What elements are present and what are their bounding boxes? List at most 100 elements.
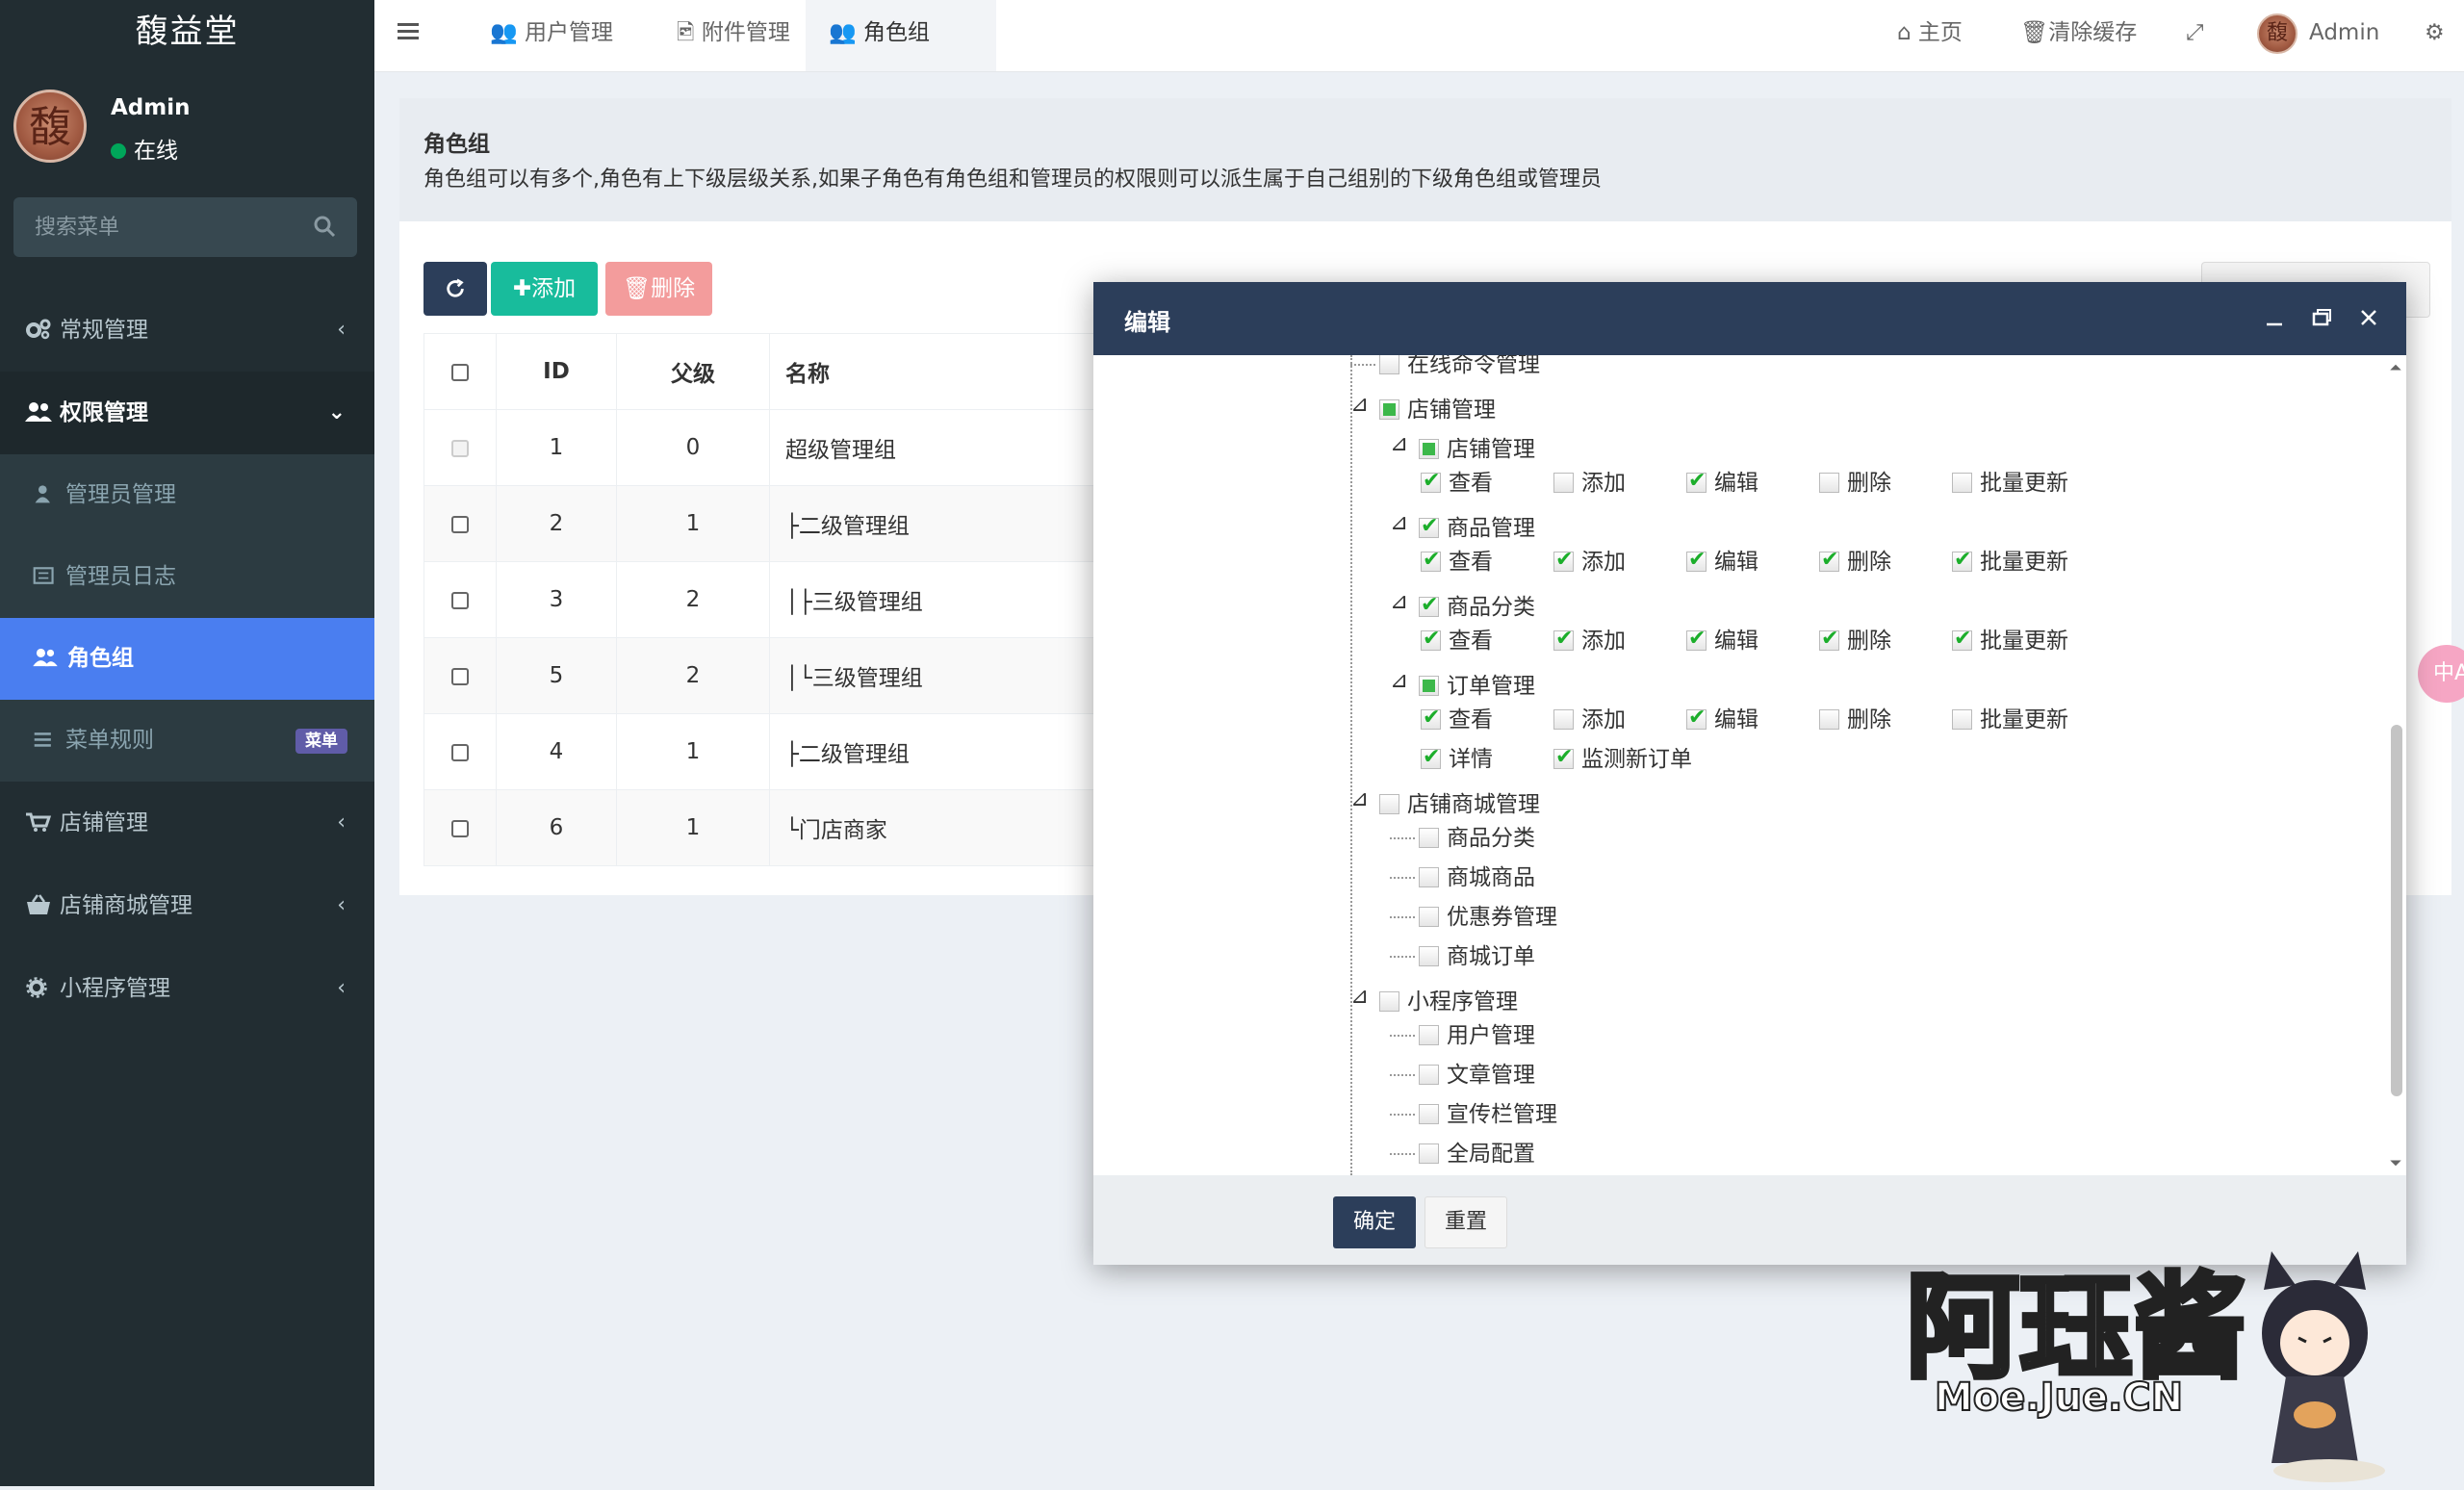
sidebar-item-auth[interactable]: 权限管理 ⌄ [0, 372, 374, 454]
home-link[interactable]: ⌂ 主页 [1897, 0, 1963, 71]
tree-checkbox[interactable] [1553, 545, 1574, 576]
tree-leaf[interactable]: 编辑 [1686, 624, 1758, 656]
tree-leaf[interactable]: 查看 [1421, 624, 1493, 656]
close-icon[interactable] [2356, 305, 2381, 330]
tree-checkbox[interactable] [1819, 473, 1839, 493]
scrollbar-thumb[interactable] [2391, 725, 2402, 1096]
tree-checkbox[interactable] [1421, 742, 1441, 773]
tree-toggle[interactable]: ⊿ [1350, 981, 1375, 1009]
tree-checkbox[interactable] [1952, 545, 1972, 576]
search-input[interactable] [13, 197, 302, 257]
tree-checkbox[interactable] [1419, 511, 1439, 542]
tree-node[interactable]: 在线命令管理 [1350, 355, 1540, 380]
tree-checkbox[interactable] [1553, 742, 1574, 773]
tree-checkbox[interactable] [1819, 709, 1839, 730]
tree-checkbox[interactable] [1421, 624, 1441, 655]
delete-button[interactable]: 🗑删除 [605, 262, 712, 316]
col-id[interactable]: ID [496, 333, 617, 410]
tree-node[interactable]: ⊿ 商品分类 [1390, 586, 1535, 621]
tree-node[interactable]: 商品分类 [1390, 823, 1535, 854]
tree-node[interactable]: ⊿ 商品管理 [1390, 507, 1535, 542]
tree-checkbox[interactable] [1419, 946, 1439, 966]
col-pid[interactable]: 父级 [616, 333, 770, 410]
sidebar-item-adminlog[interactable]: 管理员日志 [0, 536, 374, 618]
tree-checkbox[interactable] [1379, 991, 1399, 1012]
tree-checkbox[interactable] [1819, 545, 1839, 576]
tree-node[interactable]: 用户管理 [1390, 1020, 1535, 1051]
row-checkbox[interactable] [451, 667, 469, 685]
tree-checkbox[interactable] [1419, 1104, 1439, 1124]
row-checkbox[interactable] [451, 743, 469, 761]
tree-node[interactable]: ⊿ 店铺商城管理 [1350, 784, 1540, 817]
add-button[interactable]: ✚添加 [491, 262, 598, 316]
maximize-icon[interactable] [2309, 305, 2334, 330]
tab-rolegroup[interactable]: 👥 角色组 [806, 0, 996, 71]
clear-cache-button[interactable]: 🗑清除缓存 [2020, 0, 2137, 71]
tree-checkbox[interactable] [1419, 1025, 1439, 1045]
tree-checkbox[interactable] [1421, 466, 1441, 497]
tree-node[interactable]: ⊿ 订单管理 [1390, 665, 1535, 699]
tree-node[interactable]: ⊿ 店铺管理 [1350, 389, 1496, 423]
tree-checkbox[interactable] [1952, 709, 1972, 730]
tree-checkbox[interactable] [1553, 624, 1574, 655]
tree-node[interactable]: 商城商品 [1390, 862, 1535, 893]
sidebar-item-menurule[interactable]: 菜单规则 菜单 [0, 700, 374, 782]
tree-checkbox[interactable] [1686, 545, 1707, 576]
tree-node[interactable]: 文章管理 [1390, 1060, 1535, 1091]
tree-node[interactable]: ⊿ 店铺管理 [1390, 428, 1535, 462]
sidebar-item-mall[interactable]: 店铺商城管理 ‹ [0, 864, 374, 947]
minimize-icon[interactable] [2262, 305, 2287, 330]
tree-leaf[interactable]: 编辑 [1686, 545, 1758, 578]
tree-checkbox[interactable] [1952, 624, 1972, 655]
tree-leaf[interactable]: 详情 [1421, 742, 1493, 775]
tree-checkbox[interactable] [1419, 590, 1439, 621]
tree-checkbox[interactable] [1419, 439, 1439, 459]
tree-leaf[interactable]: 删除 [1819, 705, 1891, 735]
tree-toggle[interactable]: ⊿ [1390, 507, 1415, 535]
tree-leaf[interactable]: 批量更新 [1952, 468, 2068, 499]
tree-checkbox[interactable] [1421, 703, 1441, 733]
tree-leaf[interactable]: 添加 [1553, 624, 1626, 656]
scroll-down-icon[interactable] [2387, 1154, 2404, 1171]
admin-menu[interactable]: 馥 Admin [2257, 0, 2379, 71]
row-checkbox[interactable] [451, 819, 469, 837]
row-checkbox[interactable] [451, 591, 469, 609]
tree-leaf[interactable]: 查看 [1421, 466, 1493, 499]
search-icon[interactable] [313, 215, 336, 238]
tree-checkbox[interactable] [1421, 545, 1441, 576]
sidebar-item-admin[interactable]: 管理员管理 [0, 454, 374, 536]
tree-leaf[interactable]: 编辑 [1686, 703, 1758, 735]
tree-checkbox[interactable] [1419, 907, 1439, 927]
tree-leaf[interactable]: 删除 [1819, 545, 1891, 578]
tab-attachment[interactable]: 🖻 附件管理 [654, 0, 813, 71]
tree-toggle[interactable]: ⊿ [1390, 586, 1415, 614]
tree-toggle[interactable]: ⊿ [1390, 428, 1415, 456]
tree-node[interactable]: ⊿ 小程序管理 [1350, 981, 1518, 1015]
tree-node[interactable]: 宣传栏管理 [1390, 1099, 1557, 1130]
tree-leaf[interactable]: 删除 [1819, 468, 1891, 499]
confirm-button[interactable]: 确定 [1333, 1196, 1416, 1248]
tree-checkbox[interactable] [1686, 703, 1707, 733]
tree-checkbox[interactable] [1952, 473, 1972, 493]
tree-node[interactable]: 商城订单 [1390, 941, 1535, 972]
tree-leaf[interactable]: 批量更新 [1952, 705, 2068, 735]
tree-toggle[interactable]: ⊿ [1350, 389, 1375, 417]
sidebar-item-shop[interactable]: 店铺管理 ‹ [0, 782, 374, 864]
fullscreen-button[interactable]: ⤢ [2186, 0, 2203, 71]
tree-leaf[interactable]: 编辑 [1686, 466, 1758, 499]
sidebar-toggle-icon[interactable] [398, 21, 423, 42]
tree-checkbox[interactable] [1686, 466, 1707, 497]
tree-leaf[interactable]: 批量更新 [1952, 545, 2068, 578]
tree-checkbox[interactable] [1419, 867, 1439, 887]
tree-checkbox[interactable] [1379, 794, 1399, 814]
tree-node[interactable]: 全局配置 [1390, 1139, 1535, 1169]
tab-user-management[interactable]: 👥 用户管理 [467, 0, 636, 71]
tree-leaf[interactable]: 添加 [1553, 468, 1626, 499]
tree-leaf[interactable]: 删除 [1819, 624, 1891, 656]
sidebar-item-rolegroup[interactable]: 角色组 [0, 618, 374, 700]
tree-node[interactable]: 优惠券管理 [1390, 902, 1557, 933]
row-checkbox[interactable] [451, 515, 469, 533]
tree-checkbox[interactable] [1379, 399, 1399, 420]
tree-checkbox[interactable] [1419, 828, 1439, 848]
tree-checkbox[interactable] [1419, 1065, 1439, 1085]
